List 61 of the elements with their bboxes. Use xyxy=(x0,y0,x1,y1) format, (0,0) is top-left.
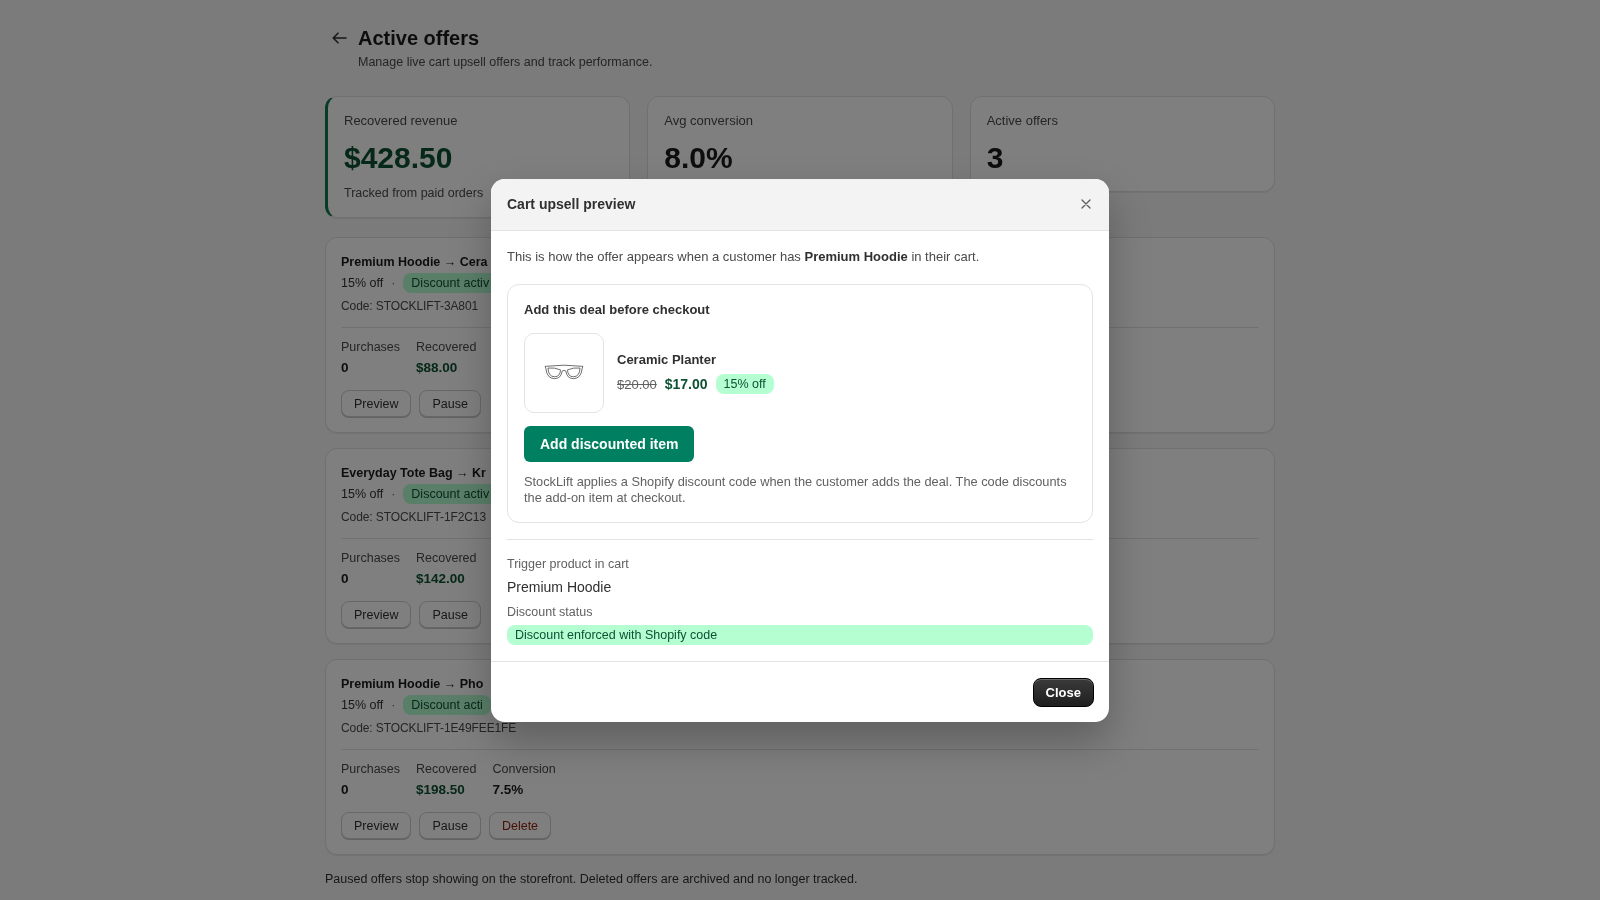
back-arrow-icon[interactable] xyxy=(332,32,347,44)
pause-button[interactable]: Pause xyxy=(419,390,481,417)
metric-label: Purchases xyxy=(341,550,401,567)
metric-value: $88.00 xyxy=(416,359,458,377)
glasses-icon xyxy=(544,364,584,381)
preview-button[interactable]: Preview xyxy=(341,601,412,628)
separator: · xyxy=(391,276,396,290)
stat-label: Recovered revenue xyxy=(344,112,458,130)
metric-label: Purchases xyxy=(341,339,401,356)
pause-button[interactable]: Pause xyxy=(419,812,481,839)
metric-label: Conversion xyxy=(492,761,556,778)
metric-value: $198.50 xyxy=(416,781,465,799)
stat-value: 8.0% xyxy=(664,140,733,176)
separator: · xyxy=(391,487,396,501)
close-button[interactable]: Close xyxy=(1032,677,1094,707)
field-value: Premium Hoodie xyxy=(507,577,613,597)
upsell-heading: Add this deal before checkout xyxy=(524,300,711,319)
discount-text: 15% off xyxy=(341,487,384,501)
metric-label: Purchases xyxy=(341,761,401,778)
metric-value: 0 xyxy=(341,570,349,588)
preview-button[interactable]: Preview xyxy=(341,390,412,417)
discount-code: Code: STOCKLIFT-3A801 xyxy=(341,298,479,315)
offer-title: Premium Hoodie → Cera xyxy=(341,254,488,271)
sale-price: $17.00 xyxy=(664,376,708,392)
page-title: Active offers xyxy=(358,26,480,51)
field-label: Trigger product in cart xyxy=(507,555,630,573)
metric-label: Recovered xyxy=(416,339,477,356)
dialog-title: Cart upsell preview xyxy=(507,196,636,212)
stat-value: $428.50 xyxy=(344,140,453,176)
status-badge: Discount acti xyxy=(403,695,491,715)
metric-value: 0 xyxy=(341,359,349,377)
offer-title: Premium Hoodie → Pho xyxy=(341,676,484,693)
metric-value: $142.00 xyxy=(416,570,465,588)
stat-label: Avg conversion xyxy=(664,112,753,130)
discount-badge: 15% off xyxy=(715,374,774,394)
metric-label: Recovered xyxy=(416,761,477,778)
stat-value: 3 xyxy=(986,140,1004,176)
discount-text: 15% off xyxy=(341,698,384,712)
discount-code: Code: STOCKLIFT-1F2C13 xyxy=(341,509,486,526)
page-subtitle: Manage live cart upsell offers and track performance. xyxy=(358,54,653,71)
add-item-button[interactable]: Add discounted item xyxy=(524,425,695,462)
product-name: Ceramic Planter xyxy=(617,351,716,369)
pause-button[interactable]: Pause xyxy=(419,601,481,628)
delete-button[interactable]: Delete xyxy=(488,812,552,839)
footer-note: Paused offers stop showing on the storefront. Deleted offers are archived and no longer tracked. xyxy=(325,871,858,888)
field-label: Discount status xyxy=(507,603,594,621)
separator: · xyxy=(391,698,396,712)
upsell-note: StockLift applies a Shopify discount code when the customer adds the deal. The code discounts the add-on item at checkout. xyxy=(524,473,1068,506)
intro-text: This is how the offer appears when a customer has Premium Hoodie in their cart. xyxy=(507,247,981,266)
metric-value: 0 xyxy=(341,781,349,799)
metric-value: 7.5% xyxy=(492,781,524,799)
offer-title: Everyday Tote Bag → Kr xyxy=(341,465,486,482)
close-icon[interactable] xyxy=(1081,199,1091,209)
stat-label: Active offers xyxy=(986,112,1058,130)
original-price: $20.00 xyxy=(617,376,657,392)
discount-code: Code: STOCKLIFT-1E49FEE1FE xyxy=(341,720,517,737)
metric-label: Recovered xyxy=(416,550,477,567)
preview-button[interactable]: Preview xyxy=(341,812,412,839)
discount-text: 15% off xyxy=(341,276,384,290)
stat-note: Tracked from paid orders xyxy=(344,185,484,202)
status-bar: Discount enforced with Shopify code xyxy=(507,624,1093,645)
